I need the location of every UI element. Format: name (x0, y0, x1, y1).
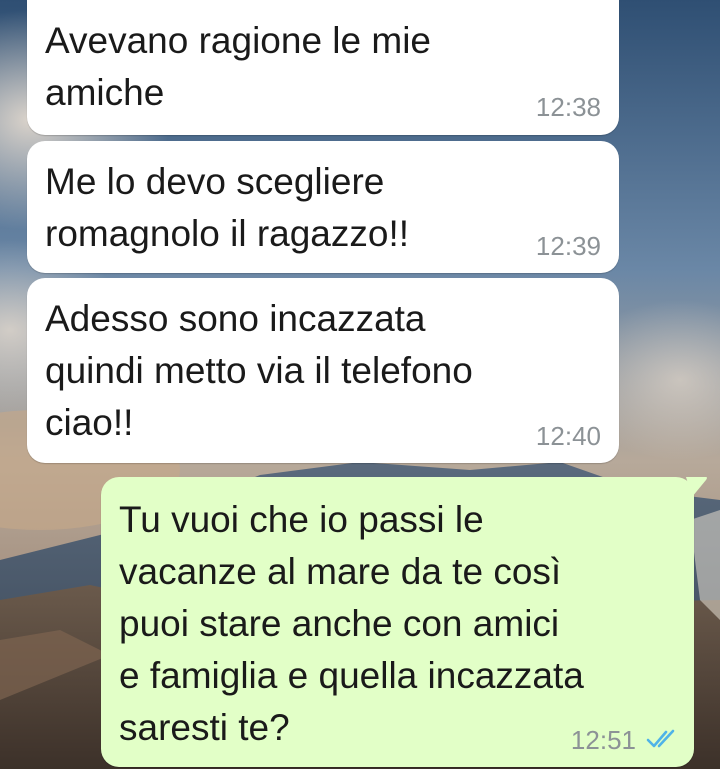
double-check-read-icon (646, 729, 675, 748)
message-timestamp: 12:38 (535, 92, 601, 122)
message-bubble-incoming[interactable]: Adesso sono incazzata quindi metto via i… (27, 278, 619, 463)
message-timestamp: 12:39 (535, 231, 601, 261)
message-text: Tu vuoi che io passi le vacanze al mare … (119, 499, 584, 748)
message-text: Adesso sono incazzata quindi metto via i… (45, 298, 473, 443)
message-text: Avevano ragione le mie amiche (45, 20, 432, 113)
message-text: Me lo devo scegliere romagnolo il ragazz… (45, 161, 410, 254)
message-list: Avevano ragione le mie amiche 12:38 Me l… (0, 0, 720, 769)
message-bubble-incoming[interactable]: Me lo devo scegliere romagnolo il ragazz… (27, 141, 619, 273)
message-bubble-outgoing[interactable]: Tu vuoi che io passi le vacanze al mare … (101, 477, 694, 767)
message-bubble-incoming[interactable]: Avevano ragione le mie amiche 12:38 (27, 0, 619, 135)
outgoing-bubble-tail (686, 477, 707, 497)
message-timestamp: 12:40 (535, 421, 601, 451)
message-timestamp: 12:51 (570, 725, 636, 755)
